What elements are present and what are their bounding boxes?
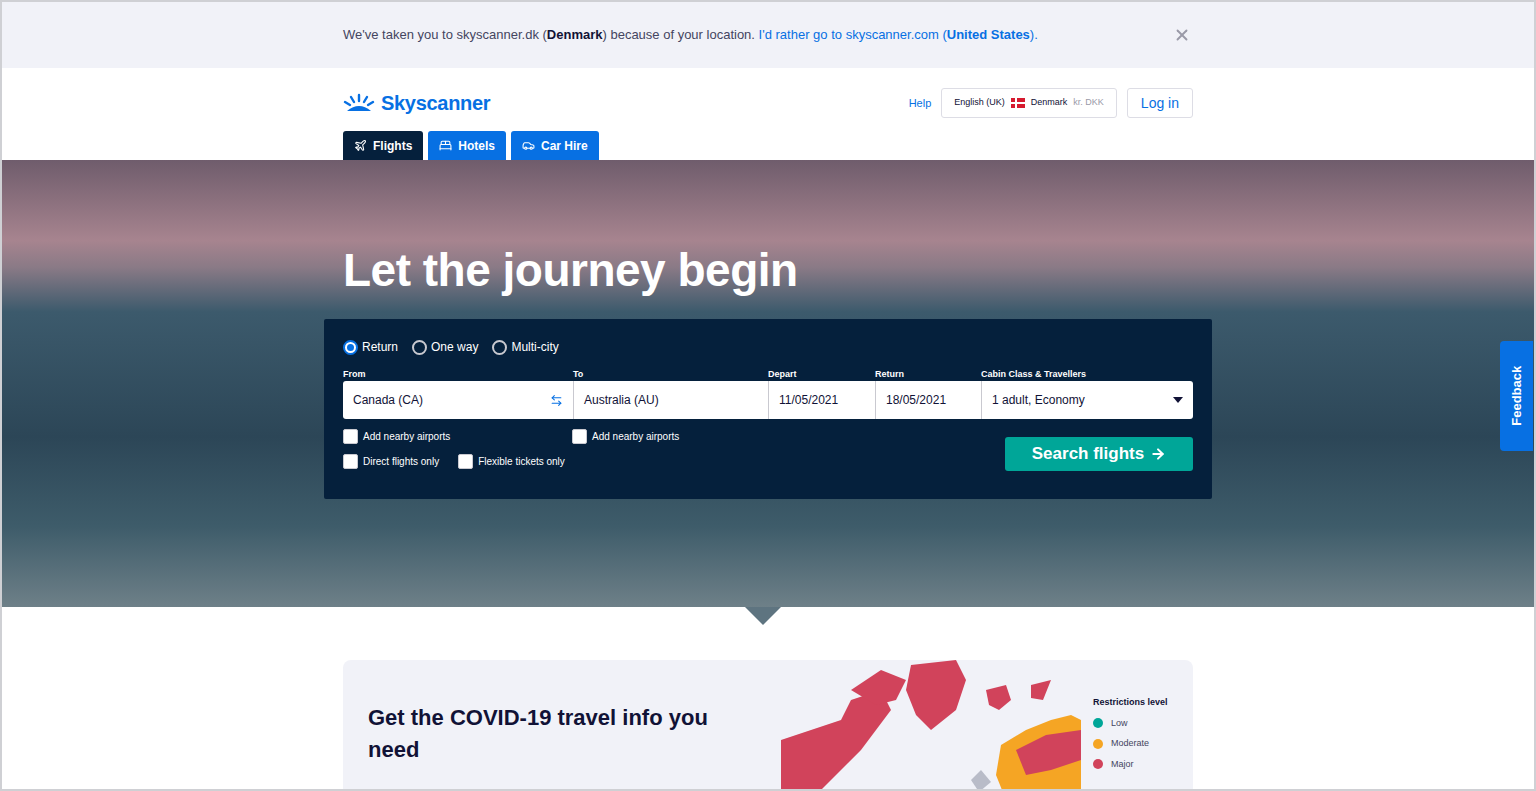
radio-circle[interactable] bbox=[343, 340, 358, 355]
trip-type-radio[interactable]: Return bbox=[343, 338, 398, 356]
trip-type-radio[interactable]: One way bbox=[412, 338, 478, 356]
field-label: Cabin Class & Travellers bbox=[981, 368, 1193, 380]
language: English (UK) bbox=[954, 96, 1005, 110]
search-button[interactable]: Search flights bbox=[1005, 437, 1193, 471]
hero-headline: Let the journey begin bbox=[343, 160, 1193, 298]
product-tabs: FlightsHotelsCar Hire bbox=[343, 131, 1193, 160]
options-row: Add nearby airports Add nearby airports bbox=[343, 429, 767, 444]
radio-circle[interactable] bbox=[492, 340, 507, 355]
country: Denmark bbox=[1031, 96, 1068, 110]
options-row: Direct flights only Flexible tickets only bbox=[343, 454, 767, 469]
search-field[interactable]: Canada (CA) bbox=[343, 381, 573, 419]
arrow-right-icon bbox=[1150, 446, 1166, 462]
search-fields: From Canada (CA) To Australia (AU) Depart 11/… bbox=[343, 368, 1193, 419]
checkbox-box[interactable] bbox=[458, 454, 473, 469]
hero-notch-icon bbox=[745, 607, 781, 625]
search-field[interactable]: 11/05/2021 bbox=[768, 381, 875, 419]
option-checkbox[interactable]: Direct flights only bbox=[343, 454, 439, 469]
field-value: Canada (CA) bbox=[353, 391, 423, 409]
field-value: 11/05/2021 bbox=[779, 391, 838, 409]
world-map-icon bbox=[781, 660, 1081, 791]
swap-icon[interactable] bbox=[550, 394, 563, 407]
field-label: Return bbox=[875, 368, 981, 380]
legend-item: Low bbox=[1093, 717, 1179, 731]
product-tab[interactable]: Car Hire bbox=[511, 131, 599, 160]
option-label: Add nearby airports bbox=[592, 429, 679, 444]
checkbox-box[interactable] bbox=[343, 429, 358, 444]
search-field[interactable]: 18/05/2021 bbox=[875, 381, 981, 419]
search-field[interactable]: Australia (AU) bbox=[573, 381, 768, 419]
radio-dot bbox=[347, 344, 354, 351]
car-icon bbox=[522, 139, 535, 152]
covid-title: Get the COVID-19 travel info you need bbox=[343, 660, 713, 791]
currency: kr. DKK bbox=[1073, 96, 1104, 110]
option-checkbox[interactable]: Add nearby airports bbox=[343, 429, 572, 444]
banner-link[interactable]: I'd rather go to skyscanner.com (United … bbox=[759, 27, 1038, 42]
logo[interactable]: Skyscanner bbox=[343, 88, 490, 118]
search-field[interactable]: 1 adult, Economy bbox=[981, 381, 1193, 419]
restrictions-legend: Restrictions level Low Moderate Major bbox=[1081, 660, 1193, 791]
option-checkbox[interactable]: Flexible tickets only bbox=[458, 454, 565, 469]
legend-dot bbox=[1093, 739, 1103, 749]
checkbox-box[interactable] bbox=[343, 454, 358, 469]
radio-circle[interactable] bbox=[412, 340, 427, 355]
field-value: 18/05/2021 bbox=[886, 391, 946, 409]
denmark-flag-icon bbox=[1011, 98, 1025, 108]
login-button[interactable]: Log in bbox=[1127, 88, 1193, 118]
search-panel: Return One way Multi-city From Canada (CA) To… bbox=[324, 319, 1212, 499]
header: Skyscanner Help English (UK) Denmark kr. DKK… bbox=[2, 68, 1534, 160]
option-label: Add nearby airports bbox=[363, 429, 450, 444]
trip-type-radios: Return One way Multi-city bbox=[343, 338, 1193, 356]
banner-text: We've taken you to skyscanner.dk (Denmar… bbox=[343, 25, 1038, 45]
bed-icon bbox=[439, 139, 452, 152]
field-label: Depart bbox=[768, 368, 875, 380]
plane-icon bbox=[354, 139, 367, 152]
hero: Let the journey begin Return One way Multi-… bbox=[2, 160, 1534, 607]
product-tab[interactable]: Flights bbox=[343, 131, 423, 160]
feedback-tab[interactable]: Feedback bbox=[1500, 341, 1533, 451]
logo-text: Skyscanner bbox=[381, 88, 490, 118]
locale-button[interactable]: English (UK) Denmark kr. DKK bbox=[941, 88, 1117, 118]
page: We've taken you to skyscanner.dk (Denmar… bbox=[0, 0, 1536, 791]
legend-item: Moderate bbox=[1093, 737, 1179, 751]
sunrise-logo-icon bbox=[343, 93, 375, 113]
dropdown-caret-icon bbox=[1173, 397, 1183, 403]
field-value: 1 adult, Economy bbox=[992, 391, 1085, 409]
legend-dot bbox=[1093, 759, 1103, 769]
option-label: Direct flights only bbox=[363, 454, 439, 469]
covid-card[interactable]: Get the COVID-19 travel info you need Res… bbox=[343, 660, 1193, 791]
location-banner: We've taken you to skyscanner.dk (Denmar… bbox=[2, 2, 1534, 68]
legend-dot bbox=[1093, 718, 1103, 728]
field-label: To bbox=[573, 368, 768, 380]
legend-item: Major bbox=[1093, 758, 1179, 772]
option-label: Flexible tickets only bbox=[478, 454, 565, 469]
trip-type-radio[interactable]: Multi-city bbox=[492, 338, 558, 356]
field-label: From bbox=[343, 368, 573, 380]
option-checkbox[interactable]: Add nearby airports bbox=[572, 429, 767, 444]
help-link[interactable]: Help bbox=[909, 95, 932, 112]
field-value: Australia (AU) bbox=[584, 391, 659, 409]
product-tab[interactable]: Hotels bbox=[428, 131, 506, 160]
close-icon[interactable] bbox=[1173, 26, 1191, 44]
legend-title: Restrictions level bbox=[1093, 696, 1179, 710]
checkbox-box[interactable] bbox=[572, 429, 587, 444]
